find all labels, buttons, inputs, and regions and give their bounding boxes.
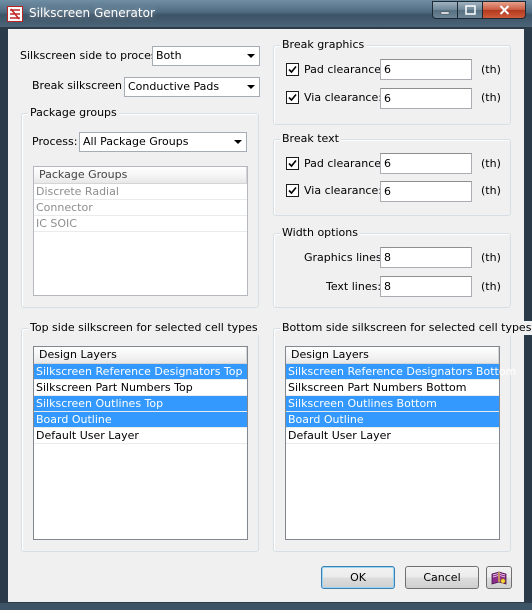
ok-button[interactable]: OK — [321, 566, 395, 589]
bottom-layers-header[interactable]: Design Layers — [286, 347, 499, 364]
text-pad-clearance-input[interactable]: 6 — [380, 153, 472, 174]
checkmark-icon — [288, 93, 297, 102]
package-groups-header[interactable]: Package Groups — [34, 167, 247, 184]
pad-clearance-label: Pad clearance: — [304, 63, 385, 76]
text-pad-clearance-checkbox[interactable] — [286, 157, 299, 170]
maximize-icon — [464, 5, 476, 15]
break-text-title: Break text — [280, 132, 341, 146]
side-select[interactable]: Both — [152, 46, 260, 66]
top-side-title: Top side silkscreen for selected cell ty… — [28, 321, 260, 335]
bottom-side-group: Bottom side silkscreen for selected cell… — [273, 321, 532, 552]
minimize-icon — [440, 11, 450, 15]
list-item[interactable]: Discrete Radial — [34, 184, 247, 200]
checkmark-icon — [288, 186, 297, 195]
process-select-value: All Package Groups — [83, 135, 189, 148]
chevron-down-icon — [230, 134, 245, 150]
app-icon — [7, 6, 23, 22]
break-silkscreen-select[interactable]: Conductive Pads — [124, 77, 260, 97]
top-layers-header[interactable]: Design Layers — [34, 347, 247, 364]
unit-label: (th) — [481, 280, 501, 293]
text-lines-input[interactable]: 8 — [380, 276, 472, 297]
window-title: Silkscreen Generator — [29, 6, 155, 20]
process-label: Process: — [32, 135, 78, 148]
break-silkscreen-label: Break silkscreen — [32, 79, 122, 92]
table-row[interactable]: Silkscreen Outlines Bottom — [286, 396, 499, 412]
cancel-button[interactable]: Cancel — [405, 566, 479, 589]
via-clearance-label: Via clearance: — [304, 91, 382, 104]
table-row[interactable]: Silkscreen Part Numbers Top — [34, 380, 247, 396]
package-groups-title: Package groups — [28, 106, 119, 120]
table-row[interactable]: Silkscreen Part Numbers Bottom — [286, 380, 499, 396]
graphics-lines-input[interactable]: 8 — [380, 247, 472, 268]
minimize-button[interactable] — [432, 1, 458, 19]
close-button[interactable] — [483, 1, 526, 19]
text-pad-clearance-label: Pad clearance: — [304, 157, 385, 170]
chevron-down-icon — [243, 48, 258, 64]
table-row[interactable]: Default User Layer — [34, 428, 247, 444]
side-select-value: Both — [156, 49, 182, 62]
dialog-client-area: Silkscreen side to process: Both Break s… — [7, 28, 532, 603]
top-side-group: Top side silkscreen for selected cell ty… — [21, 321, 260, 552]
unit-label: (th) — [481, 184, 501, 197]
unit-label: (th) — [481, 91, 501, 104]
side-label: Silkscreen side to process: — [20, 49, 167, 62]
table-row[interactable]: Board Outline — [34, 412, 247, 428]
table-row[interactable]: Silkscreen Reference Designators Bottom — [286, 364, 516, 380]
list-item[interactable]: IC SOIC — [34, 216, 247, 232]
table-row[interactable]: Default User Layer — [286, 428, 499, 444]
break-graphics-group: Break graphics Pad clearance: 6 (th) Via… — [273, 38, 511, 125]
help-book-icon — [491, 571, 507, 585]
via-clearance-checkbox[interactable] — [286, 91, 299, 104]
close-icon — [499, 5, 509, 15]
unit-label: (th) — [481, 63, 501, 76]
unit-label: (th) — [481, 251, 501, 264]
title-bar[interactable]: Silkscreen Generator — [0, 0, 532, 28]
break-graphics-title: Break graphics — [280, 38, 367, 52]
list-item[interactable]: Connector — [34, 200, 247, 216]
table-row[interactable]: Board Outline — [286, 412, 499, 428]
process-select[interactable]: All Package Groups — [79, 132, 247, 152]
text-via-clearance-checkbox[interactable] — [286, 184, 299, 197]
text-lines-label: Text lines: — [326, 280, 382, 293]
bottom-side-title: Bottom side silkscreen for selected cell… — [280, 321, 532, 335]
chevron-down-icon — [243, 79, 258, 95]
package-groups-group: Package groups Process: All Package Grou… — [21, 106, 259, 308]
graphics-lines-label: Graphics lines: — [304, 251, 386, 264]
window-frame — [0, 603, 532, 610]
text-via-clearance-label: Via clearance: — [304, 184, 382, 197]
help-button[interactable] — [486, 566, 512, 589]
via-clearance-input[interactable]: 6 — [380, 88, 472, 109]
bottom-layers-list[interactable]: Design Layers Silkscreen Reference Desig… — [285, 346, 516, 540]
width-options-group: Width options Graphics lines: 8 (th) Tex… — [273, 226, 511, 308]
break-text-group: Break text Pad clearance: 6 (th) Via cle… — [273, 132, 511, 216]
text-via-clearance-input[interactable]: 6 — [380, 181, 472, 202]
pad-clearance-checkbox[interactable] — [286, 63, 299, 76]
package-groups-list[interactable]: Package Groups Discrete Radial Connector… — [33, 166, 248, 296]
width-options-title: Width options — [280, 226, 360, 240]
pad-clearance-input[interactable]: 6 — [380, 59, 472, 80]
table-row[interactable]: Silkscreen Outlines Top — [34, 396, 247, 412]
maximize-button[interactable] — [458, 1, 483, 19]
break-silkscreen-value: Conductive Pads — [128, 80, 220, 93]
unit-label: (th) — [481, 157, 501, 170]
table-row[interactable]: Silkscreen Reference Designators Top — [34, 364, 247, 380]
top-layers-list[interactable]: Design Layers Silkscreen Reference Desig… — [33, 346, 248, 540]
checkmark-icon — [288, 159, 297, 168]
checkmark-icon — [288, 65, 297, 74]
